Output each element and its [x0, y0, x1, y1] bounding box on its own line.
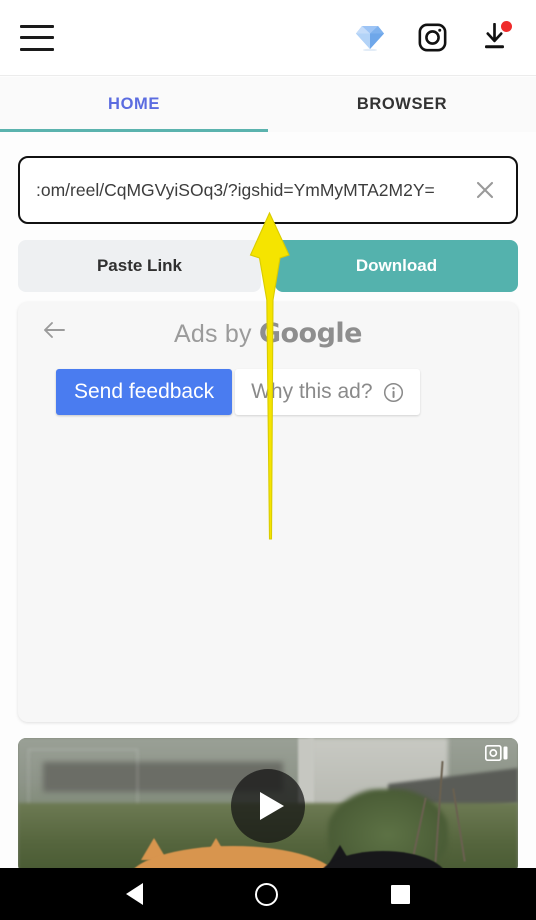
download-button[interactable]: Download — [275, 240, 518, 292]
ads-by-text: Ads by — [174, 320, 259, 348]
video-thumbnail[interactable] — [18, 738, 518, 873]
action-buttons: Paste Link Download — [18, 240, 518, 292]
google-wordmark: Google — [258, 318, 363, 349]
play-button-icon[interactable] — [231, 768, 305, 843]
instagram-icon[interactable] — [414, 20, 450, 56]
paste-link-label: Paste Link — [96, 256, 183, 275]
download-badge-dot — [501, 20, 512, 32]
hamburger-menu-icon[interactable] — [20, 24, 54, 51]
app-bar — [0, 0, 536, 76]
premium-diamond-icon[interactable] — [352, 20, 388, 56]
app-root: HOME BROWSER :om/reel/CqMGVyiSOq3/?igshi… — [0, 0, 536, 920]
ad-container: Ads by Google Send feedback Why this ad? — [18, 302, 518, 722]
home-nav-icon[interactable] — [255, 882, 279, 906]
back-nav-icon[interactable] — [126, 883, 144, 905]
paste-link-button[interactable]: Paste Link — [18, 240, 261, 292]
tab-bar: HOME BROWSER — [0, 77, 536, 132]
ads-by-google-label: Ads by Google — [18, 318, 518, 349]
carousel-icon[interactable] — [484, 744, 509, 762]
download-label: Download — [355, 256, 438, 275]
recents-nav-icon[interactable] — [390, 884, 410, 904]
url-input-field[interactable]: :om/reel/CqMGVyiSOq3/?igshid=YmMyMTA2M2Y… — [18, 156, 518, 224]
android-nav-bar — [0, 868, 536, 920]
why-this-ad-label: Why this ad? — [251, 380, 373, 403]
why-this-ad-button[interactable]: Why this ad? — [235, 369, 420, 415]
info-circle-icon — [383, 382, 403, 402]
ad-action-row: Send feedback Why this ad? — [56, 369, 420, 415]
tab-browser-label: BROWSER — [356, 95, 448, 113]
downloads-icon[interactable] — [476, 20, 512, 56]
send-feedback-button[interactable]: Send feedback — [56, 369, 233, 415]
send-feedback-label: Send feedback — [74, 380, 215, 403]
tab-home[interactable]: HOME — [0, 77, 268, 132]
tab-home-label: HOME — [108, 95, 160, 113]
close-icon[interactable] — [468, 173, 502, 207]
url-input-value[interactable]: :om/reel/CqMGVyiSOq3/?igshid=YmMyMTA2M2Y… — [36, 180, 468, 201]
appbar-actions — [352, 20, 512, 56]
tab-browser[interactable]: BROWSER — [268, 77, 536, 132]
